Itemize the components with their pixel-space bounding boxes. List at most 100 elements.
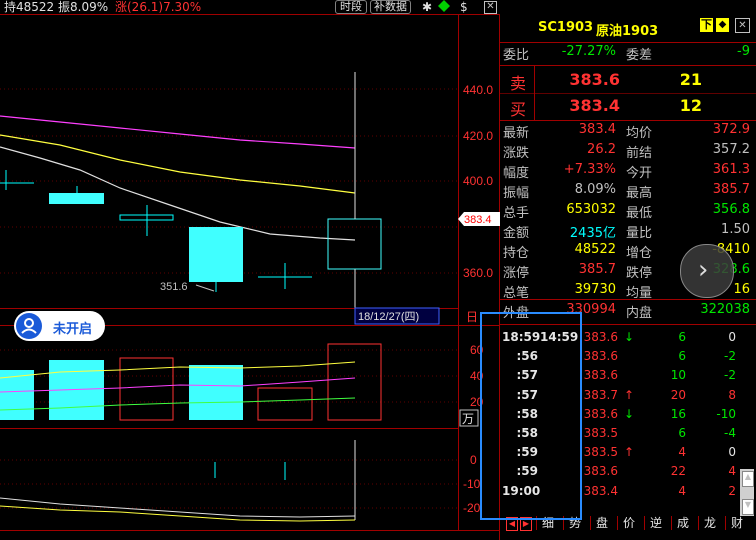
bid-row: 买 383.4 12 [500,94,756,119]
header-bar: 持48522 振8.09% 涨(26.1)7.30% 时段 补数据 ✱ $ ✕ [0,0,500,14]
webi-value: -27.27% [561,44,616,59]
stat-label: 增仓 [626,246,653,261]
tick-delta: -2 [724,368,736,383]
price-tick-440: 440.0 [463,83,493,97]
tick-price: 383.5 [583,445,618,460]
tick-delta: 4 [728,464,736,479]
inner-label: 内盘 [626,306,653,321]
ask-volume: 21 [679,70,702,89]
ma-line-magenta [0,115,356,149]
close-icon[interactable]: ✕ [484,1,497,14]
panel-close-button[interactable]: ✕ [735,18,750,33]
stat-label: 均价 [626,126,653,141]
not-open-text: 未开启 [53,322,93,337]
price-tick-400: 400.0 [463,174,493,188]
stat-label: 今开 [626,166,653,181]
tick-arrow: ↑ [624,387,635,402]
tick-delta: -10 [716,406,736,421]
stat-value: 372.9 [712,122,750,137]
webi-row: 委比 -27.27% 委差 -9 [500,44,756,64]
chevron-right-icon: › [698,255,709,285]
tick-arrow: ↓ [624,330,635,344]
stat-label: 最低 [626,206,653,221]
header-amp: 振8.09% [58,0,109,14]
candlesticks [0,72,382,308]
tick-arrow: ↑ [624,445,635,460]
stat-value: 383.4 [578,122,616,137]
low-price-label: 351.6 [160,281,188,293]
stat-label: 涨跌 [503,146,530,161]
selection-box [480,312,582,520]
tab-item[interactable]: 盘 [590,516,613,530]
tick-delta: -2 [724,349,736,364]
stats-row: 涨跌 26.2 前结 357.2 [500,142,756,162]
stats-row: 最新 383.4 均价 372.9 [500,122,756,142]
tab-item[interactable]: 逆 [644,516,667,530]
bid-volume: 12 [679,96,702,115]
bid-label: 买 [510,100,527,119]
time-period-button[interactable]: 时段 [335,0,367,14]
stat-value: 1.50 [721,222,750,237]
inner-value: 322038 [700,302,750,317]
tick-price: 383.6 [583,349,618,364]
kline-chart[interactable]: 440.0 420.0 400.0 360.0 351.6 383.4 18/1… [0,0,500,540]
tick-price: 383.6 [583,330,618,344]
tick-volume: 20 [670,387,686,402]
stat-value: 48522 [574,242,616,257]
volume-bars [0,343,382,421]
stat-label: 最新 [503,126,530,141]
stat-label: 持仓 [503,246,530,261]
stat-value: 2435亿 [569,226,616,241]
ask-price: 383.6 [569,70,620,89]
ind-line-yellow [0,505,356,522]
green-diamond-icon[interactable] [438,0,450,12]
tick-volume: 4 [678,445,686,460]
next-page-button[interactable]: › [680,244,734,298]
header-chg: 涨(26.1)7.30% [115,0,202,14]
tick-delta: 2 [728,483,736,498]
gear-icon[interactable]: ✱ [422,0,432,14]
stat-value: 39730 [574,282,616,297]
tab-item[interactable]: 龙 [698,516,721,530]
dollar-icon[interactable]: $ [460,0,468,14]
diamond-button[interactable]: ◆ [716,18,729,32]
tab-item[interactable]: 价 [617,516,640,530]
wecha-value: -9 [737,44,750,59]
stat-label: 总手 [503,206,530,221]
tick-price: 383.4 [583,483,618,498]
fill-data-button[interactable]: 补数据 [370,0,411,14]
tick-delta: -4 [724,426,736,440]
date-label: 18/12/27(四) [358,311,419,323]
tick-volume: 4 [678,483,686,498]
ind-tick-0: 0 [470,453,477,467]
stat-value: 385.7 [578,262,616,277]
ind-tick-neg10: -10 [463,477,481,491]
vol-unit: 万 [462,412,474,426]
stat-value: 26.2 [587,142,616,157]
stat-label: 金额 [503,226,530,241]
tab-item[interactable]: 财 [725,516,748,530]
stat-value: +7.33% [563,162,616,177]
tick-price: 383.6 [583,406,618,421]
stat-label: 振幅 [503,186,530,201]
wecha-label: 委差 [626,48,653,63]
stat-value: 653032 [566,202,616,217]
tick-scrollbar[interactable]: ▲ ▼ [740,469,754,517]
price-tick-420: 420.0 [463,129,493,143]
day-period-label[interactable]: 日 [466,310,478,324]
not-open-badge[interactable]: 未开启 [14,311,105,341]
stat-label: 前结 [626,146,653,161]
stats-row: 振幅 8.09% 最高 385.7 [500,182,756,202]
ind-tick-neg20: -20 [463,501,481,515]
stat-value: 356.8 [712,202,750,217]
tick-delta: 0 [728,330,736,344]
tick-price: 383.6 [583,368,618,383]
tick-volume: 10 [670,368,686,383]
down-button[interactable]: 下 [700,18,713,32]
stat-label: 幅度 [503,166,530,181]
tick-price: 383.6 [583,464,618,479]
user-icon [16,313,42,339]
tick-price: 383.7 [583,387,618,402]
stat-value: 385.7 [712,182,750,197]
tab-item[interactable]: 成 [671,516,694,530]
